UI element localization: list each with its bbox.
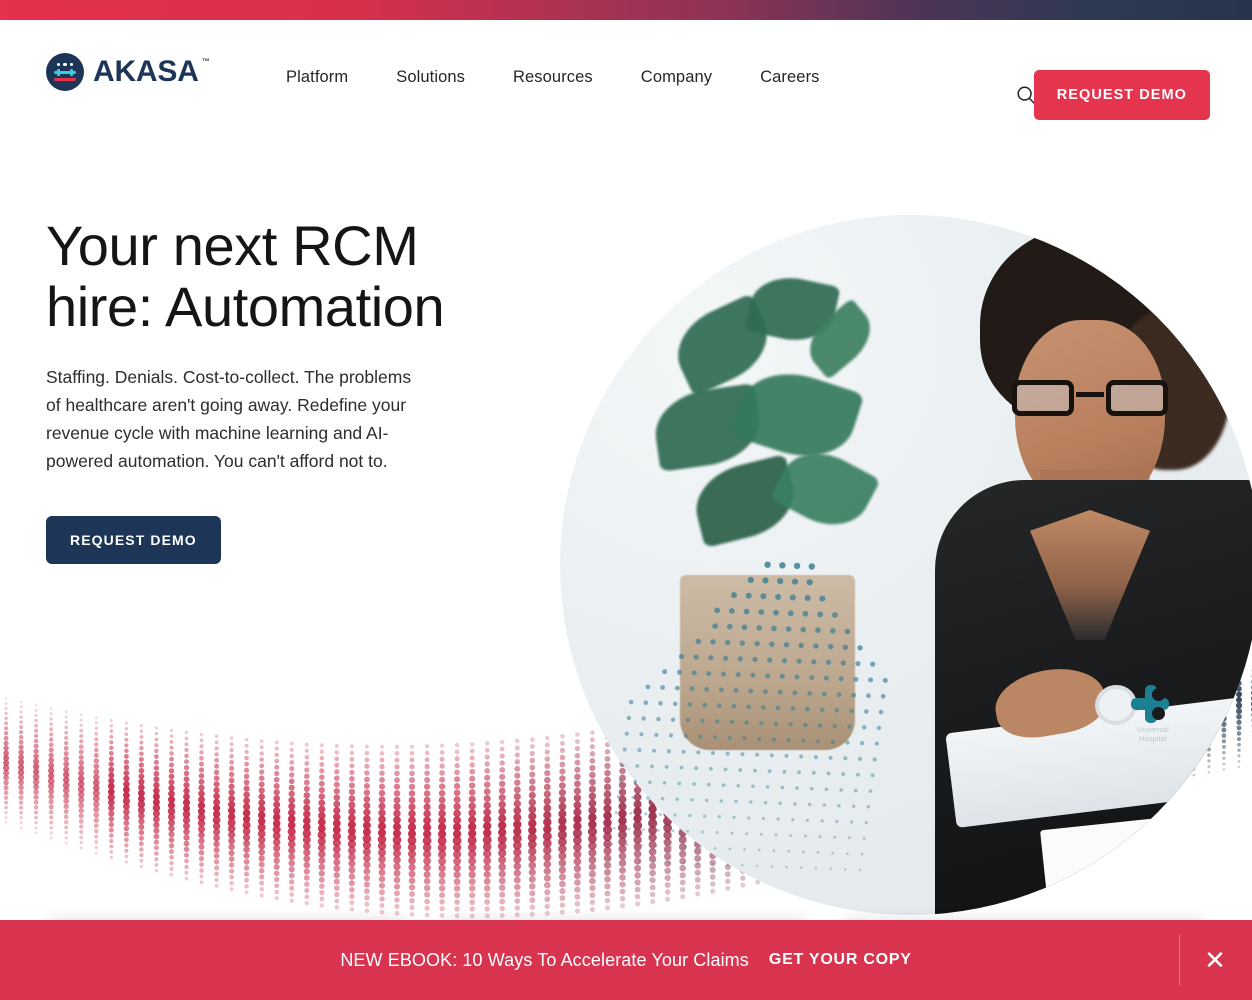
hospital-cross-icon	[1130, 685, 1170, 725]
hero-copy: Your next RCM hire: Automation Staffing.…	[46, 215, 476, 564]
get-your-copy-link[interactable]: GET YOUR COPY	[769, 951, 912, 969]
akasa-face-logo-icon	[46, 53, 84, 91]
site-header: AKASA ™ Platform Solutions Resources Comp…	[0, 20, 1252, 130]
nav-item-company[interactable]: Company	[641, 62, 712, 93]
banner-message: NEW EBOOK: 10 Ways To Accelerate Your Cl…	[340, 949, 749, 970]
hero-subtitle: Staffing. Denials. Cost-to-collect. The …	[46, 367, 412, 471]
hero-plant	[650, 269, 905, 560]
hero-section: Universal Hospital Your next RCM hire: A…	[0, 130, 1252, 1000]
logo-teal-bar	[54, 69, 76, 76]
nav-item-resources[interactable]: Resources	[513, 62, 593, 93]
logo-wordmark-text: AKASA	[93, 55, 199, 88]
badge-line-2: Hospital	[1139, 735, 1167, 743]
primary-nav: Platform Solutions Resources Company Car…	[286, 62, 820, 93]
hero-person-glasses	[1010, 380, 1170, 420]
page-title: Your next RCM hire: Automation	[46, 214, 445, 338]
akasa-logo[interactable]: AKASA ™	[46, 53, 210, 91]
hero-uniform-badge: Universal Hospital	[1122, 685, 1182, 743]
logo-red-bar	[54, 78, 76, 82]
request-demo-button-header[interactable]: REQUEST DEMO	[1033, 70, 1210, 120]
banner-divider	[1179, 934, 1180, 986]
ebook-promo-banner: NEW EBOOK: 10 Ways To Accelerate Your Cl…	[0, 920, 1252, 1000]
hero-plant-pot	[680, 575, 855, 750]
logo-trademark: ™	[201, 57, 210, 66]
nav-item-careers[interactable]: Careers	[760, 62, 819, 93]
top-gradient-strip	[0, 0, 1252, 20]
badge-line-1: Universal	[1137, 727, 1169, 734]
close-icon[interactable]: ✕	[1198, 943, 1232, 977]
nav-item-solutions[interactable]: Solutions	[396, 62, 465, 93]
hero-uniform-badge-label: Universal Hospital	[1122, 727, 1184, 744]
hero-person: Universal Hospital	[890, 215, 1252, 915]
logo-eyes	[46, 63, 84, 67]
hero-image: Universal Hospital	[560, 215, 1252, 915]
request-demo-button-hero[interactable]: REQUEST DEMO	[46, 516, 221, 564]
banner-content: NEW EBOOK: 10 Ways To Accelerate Your Cl…	[340, 950, 911, 971]
logo-wordmark: AKASA ™	[93, 55, 210, 88]
page-root: AKASA ™ Platform Solutions Resources Comp…	[0, 0, 1252, 1000]
nav-item-platform[interactable]: Platform	[286, 62, 348, 93]
